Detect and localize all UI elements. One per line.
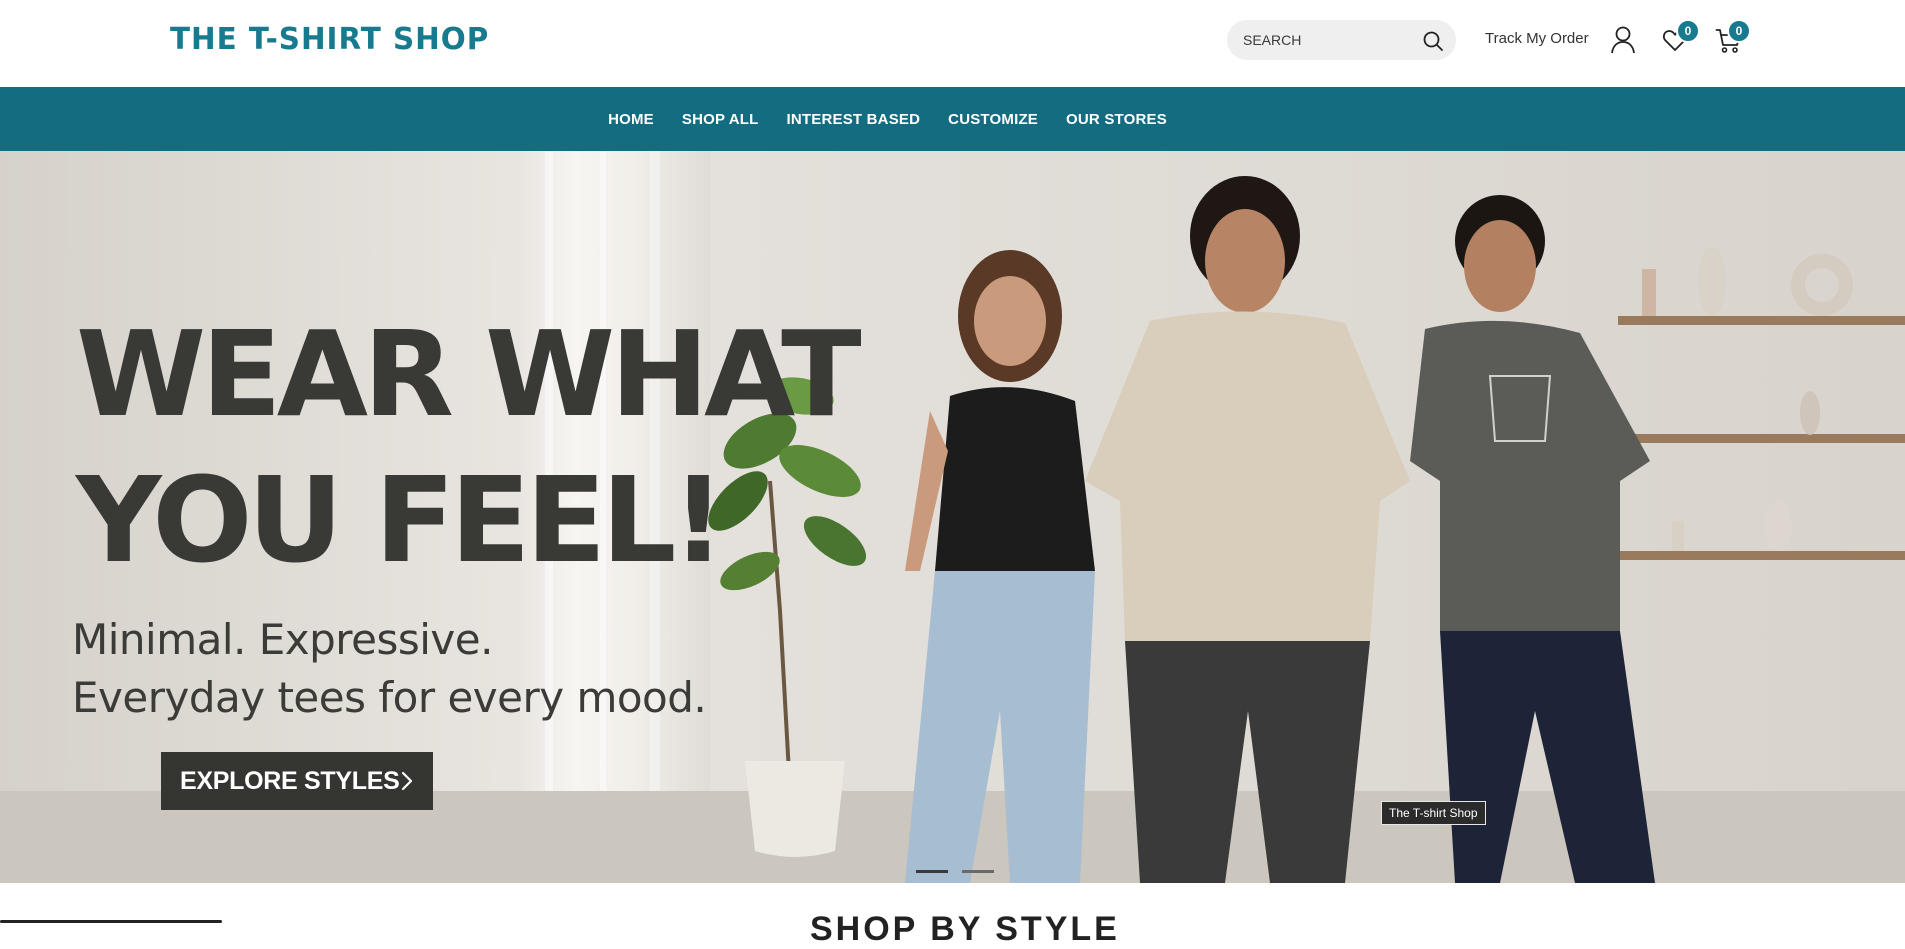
- cart-count-badge: 0: [1727, 19, 1751, 43]
- slide-indicator-1[interactable]: [916, 870, 948, 873]
- nav-item-our-stores[interactable]: OUR STORES: [1066, 111, 1167, 128]
- explore-styles-label: EXPLORE STYLES: [180, 766, 400, 795]
- chevron-right-icon: [401, 771, 413, 791]
- hero-subheading: Minimal. Expressive. Everyday tees for e…: [72, 611, 707, 727]
- nav-item-shop-all[interactable]: SHOP ALL: [682, 111, 759, 128]
- hero-banner[interactable]: WEAR WHAT YOU FEEL! Minimal. Expressive.…: [0, 151, 1905, 883]
- hero-headline: WEAR WHAT YOU FEEL!: [76, 301, 862, 593]
- user-account-icon[interactable]: [1610, 26, 1636, 54]
- hero-headline-line1: WEAR WHAT: [76, 305, 862, 443]
- explore-styles-button[interactable]: EXPLORE STYLES: [161, 752, 433, 810]
- section-title: SHOP BY STYLE: [810, 910, 1120, 948]
- slide-indicator-2[interactable]: [962, 870, 994, 873]
- nav-list: HOME SHOP ALL INTEREST BASED CUSTOMIZE O…: [0, 87, 1905, 151]
- hero-headline-line2: YOU FEEL!: [76, 451, 725, 589]
- search-icon[interactable]: [1421, 29, 1445, 53]
- hero-sub-line1: Minimal. Expressive.: [72, 615, 493, 664]
- track-order-link[interactable]: Track My Order: [1485, 30, 1589, 47]
- image-caption-tag: The T-shirt Shop: [1381, 801, 1486, 825]
- nav-item-customize[interactable]: CUSTOMIZE: [948, 111, 1038, 128]
- wishlist-count-badge: 0: [1676, 19, 1700, 43]
- nav-item-interest-based[interactable]: INTEREST BASED: [787, 111, 921, 128]
- hero-sub-line2: Everyday tees for every mood.: [72, 673, 707, 722]
- main-navigation: HOME SHOP ALL INTEREST BASED CUSTOMIZE O…: [0, 87, 1905, 151]
- site-header: THE T-SHIRT SHOP Track My Order 0 0: [0, 0, 1905, 87]
- search-input[interactable]: [1243, 20, 1413, 60]
- nav-item-home[interactable]: HOME: [608, 111, 654, 128]
- site-logo[interactable]: THE T-SHIRT SHOP: [170, 22, 489, 62]
